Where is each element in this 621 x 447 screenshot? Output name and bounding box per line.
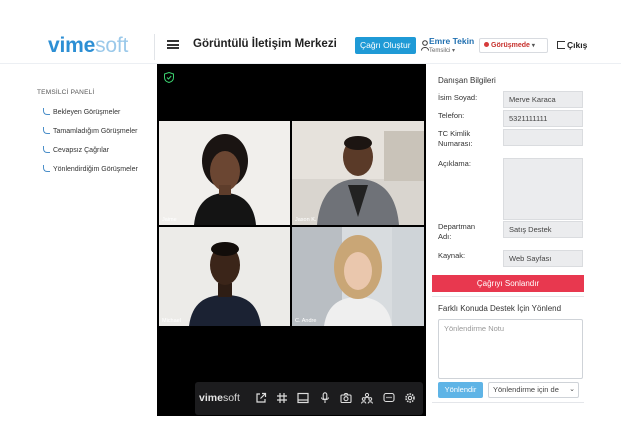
grid-icon[interactable] xyxy=(276,392,288,404)
department-label: Departman Adı: xyxy=(438,222,476,241)
chevron-down-icon: ▾ xyxy=(531,43,535,49)
logout-icon xyxy=(557,41,565,49)
participants-icon[interactable] xyxy=(361,392,373,404)
status-dot-icon xyxy=(484,42,489,47)
sidebar-item-completed[interactable]: Tamamladığım Görüşmeler xyxy=(43,127,137,135)
sidebar-item-redirected[interactable]: Yönlendirdiğim Görüşmeler xyxy=(43,165,138,173)
redirect-note-input[interactable]: Yönlendirme Notu xyxy=(438,319,583,379)
department-field[interactable]: Satış Destek xyxy=(503,221,583,238)
participant-name: Jaime xyxy=(162,217,177,223)
section-divider xyxy=(432,296,584,297)
tc-label: TC Kimlik Numarası: xyxy=(438,129,473,148)
phone-icon xyxy=(43,108,50,115)
redirect-select[interactable]: Yönlendirme için de ⌄ xyxy=(488,382,579,398)
phone-label: Telefon: xyxy=(438,111,465,120)
participant-video xyxy=(292,121,424,225)
chat-icon[interactable] xyxy=(383,392,395,404)
sidebar: TEMSİLCİ PANELİ Bekleyen Görüşmeler Tama… xyxy=(0,64,157,447)
phone-field[interactable]: 5321111111 xyxy=(503,110,583,127)
meeting-toolbar: vimesoft xyxy=(195,382,423,415)
sidebar-title: TEMSİLCİ PANELİ xyxy=(37,89,95,96)
redirect-select-value: Yönlendirme için de xyxy=(493,385,559,394)
description-label: Açıklama: xyxy=(438,159,471,168)
participant-video xyxy=(292,227,424,326)
status-dropdown[interactable]: Görüşmede ▾ xyxy=(479,38,548,53)
phone-icon xyxy=(43,165,50,172)
toolbar-logo: vimesoft xyxy=(199,392,240,404)
phone-icon xyxy=(43,146,50,153)
description-field[interactable] xyxy=(503,158,583,220)
end-call-button[interactable]: Çağrıyı Sonlandır xyxy=(432,275,584,292)
name-label: İsim Soyad: xyxy=(438,93,478,102)
sidebar-item-missed[interactable]: Cevapsız Çağrılar xyxy=(43,146,109,154)
header-divider xyxy=(154,34,155,60)
participant-tile[interactable]: C. Andre xyxy=(292,227,424,326)
participant-name: C. Andre xyxy=(295,318,317,324)
hamburger-menu-icon[interactable] xyxy=(167,40,179,49)
phone-icon xyxy=(43,127,50,134)
section-divider xyxy=(432,402,584,403)
user-role-dropdown[interactable]: Temsilci ▾ xyxy=(429,47,455,54)
page-title: Görüntülü İletişim Merkezi xyxy=(193,38,337,50)
user-name[interactable]: Emre Tekin xyxy=(429,36,474,46)
settings-icon[interactable] xyxy=(404,392,416,404)
user-icon xyxy=(421,40,429,51)
layout-icon[interactable] xyxy=(297,392,309,404)
participant-video xyxy=(159,227,290,326)
vimesoft-logo[interactable]: vimesoft xyxy=(48,34,128,58)
video-conference-area: Jaime Jason K. Michael C. Andre vimesoft xyxy=(157,64,426,416)
participant-tile[interactable]: Jason K. xyxy=(292,121,424,225)
sidebar-item-pending[interactable]: Bekleyen Görüşmeler xyxy=(43,108,120,116)
redirect-title: Farklı Konuda Destek İçin Yönlend xyxy=(438,304,562,313)
microphone-icon[interactable] xyxy=(319,392,331,404)
source-field[interactable]: Web Sayfası xyxy=(503,250,583,267)
customer-info-title: Danışan Bilgileri xyxy=(438,76,496,85)
secure-shield-icon xyxy=(164,72,174,83)
participant-video xyxy=(159,121,290,225)
status-label: Görüşmede xyxy=(491,42,530,49)
participant-name: Michael xyxy=(162,318,181,324)
camera-icon[interactable] xyxy=(340,392,352,404)
logout-label: Çıkış xyxy=(567,40,588,50)
name-field[interactable]: Merve Karaca xyxy=(503,91,583,108)
chevron-down-icon: ⌄ xyxy=(569,383,575,397)
top-header: vimesoft Görüntülü İletişim Merkezi Çağr… xyxy=(0,18,621,64)
tc-id-field[interactable] xyxy=(503,129,583,146)
logout-button[interactable]: Çıkış xyxy=(557,40,587,50)
create-call-button[interactable]: Çağrı Oluştur xyxy=(355,37,416,54)
customer-info-panel: Danışan Bilgileri İsim Soyad: Merve Kara… xyxy=(426,64,621,447)
source-label: Kaynak: xyxy=(438,251,466,260)
redirect-button[interactable]: Yönlendir xyxy=(438,382,483,398)
participant-name: Jason K. xyxy=(295,217,317,223)
external-link-icon[interactable] xyxy=(255,392,267,404)
participant-tile[interactable]: Michael xyxy=(159,227,290,326)
participant-tile[interactable]: Jaime xyxy=(159,121,290,225)
